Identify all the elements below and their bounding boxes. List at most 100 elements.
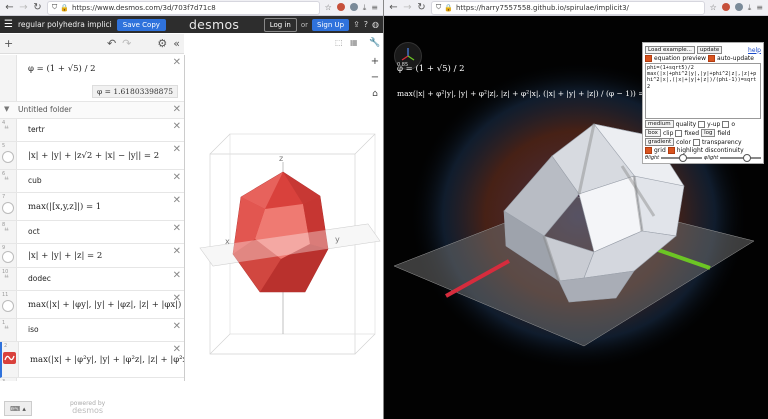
expression-row[interactable]: 5 |x| + |y| + |z√2 + |x| − |y|| = 2 ✕ (0, 142, 184, 170)
expression-math[interactable]: φ = (1 + √5) / 2 (28, 64, 96, 74)
visibility-toggle-icon[interactable] (2, 202, 14, 214)
globe-icon[interactable]: ◍ (372, 20, 379, 29)
expression-math[interactable]: max(|[x,y,z]|) = 1 (28, 202, 101, 212)
left-url-bar[interactable]: ⛉ 🔒 https://www.desmos.com/3d/703f7d71c8 (47, 0, 320, 15)
red-graph-style-icon[interactable] (3, 352, 16, 364)
field-select[interactable]: log (701, 129, 716, 137)
note-text[interactable]: iso (28, 325, 39, 334)
auto-update-checkbox[interactable] (708, 55, 716, 62)
transparency-checkbox[interactable] (692, 138, 700, 146)
visibility-toggle-icon[interactable] (2, 251, 14, 263)
slider-knob[interactable] (742, 154, 751, 162)
extension-icon[interactable] (336, 2, 345, 11)
expression-math[interactable]: |x| + |y| + |z| = 2 (28, 251, 102, 261)
bookmark-star-icon[interactable]: ☆ (325, 3, 332, 13)
extension-icon[interactable] (721, 2, 730, 11)
delete-expression-icon[interactable]: ✕ (173, 144, 181, 155)
clip-select[interactable]: box (645, 129, 661, 137)
equation-preview-checkbox[interactable] (645, 55, 652, 62)
delete-expression-icon[interactable]: ✕ (173, 172, 181, 183)
note-text[interactable]: tertr (28, 125, 45, 134)
visibility-toggle-icon[interactable] (2, 300, 14, 312)
note-row[interactable]: 8 ❝ oct ✕ (0, 221, 184, 244)
visibility-toggle-icon[interactable] (2, 151, 14, 163)
folder-row[interactable]: ▼ Untitled folder ✕ (0, 102, 184, 119)
note-row[interactable]: 4 ❝ tertr ✕ (0, 119, 184, 142)
redo-icon[interactable]: ↷ (122, 37, 131, 50)
note-text[interactable]: dodec (28, 274, 51, 283)
highlight-discontinuity-checkbox[interactable] (667, 147, 675, 154)
expression-math[interactable]: max(|x| + |φy|, |y| + |φz|, |z| + |φx|) (28, 300, 181, 310)
clip-label: clip (662, 129, 674, 137)
folder-chevron-icon[interactable]: ▼ (4, 105, 9, 113)
quality-select[interactable]: medium (645, 120, 674, 128)
settings-gear-icon[interactable]: ⚙ (157, 37, 167, 50)
expression-row-active[interactable]: 2 max(|x| + |φ²y|, |y| + |φ²z|, |z| + |φ… (0, 342, 184, 378)
note-text[interactable]: oct (28, 227, 40, 236)
hamburger-menu-icon[interactable]: ☰ (4, 19, 13, 30)
right-url-bar[interactable]: ⛉ 🔒 https://harry7557558.github.io/spiru… (431, 0, 705, 15)
bookmark-star-icon[interactable]: ☆ (710, 3, 717, 13)
note-row[interactable]: 10 ❝ dodec ✕ (0, 268, 184, 291)
download-icon[interactable]: ⤓ (363, 3, 367, 13)
expression-row[interactable]: 7 max(|[x,y,z]|) = 1 ✕ (0, 193, 184, 221)
help-icon[interactable]: ? (364, 20, 368, 29)
delete-expression-icon[interactable]: ✕ (173, 321, 181, 332)
delete-expression-icon[interactable]: ✕ (173, 246, 181, 257)
expression-math[interactable]: max(|x| + |φ²y|, |y| + |φ²z|, |z| + |φ²x (30, 355, 184, 365)
o-checkbox[interactable] (722, 120, 730, 128)
menu-icon[interactable]: ≡ (756, 3, 763, 13)
note-text[interactable]: cub (28, 176, 42, 185)
slider-knob[interactable] (679, 154, 688, 162)
keyboard-toggle-button[interactable]: ⌨ ▴ (4, 401, 32, 416)
extension-icon-2[interactable] (734, 2, 743, 11)
extension-icon-2[interactable] (349, 2, 358, 11)
delete-folder-icon[interactable]: ✕ (173, 104, 181, 115)
forward-icon[interactable]: → (403, 2, 412, 13)
back-icon[interactable]: ← (389, 2, 398, 13)
save-copy-button[interactable]: Save Copy (116, 18, 166, 31)
undo-icon[interactable]: ↶ (107, 37, 116, 50)
expression-list: φ = (1 + √5) / 2 ✕ φ = 1.61803398875 ▼ U… (0, 55, 185, 381)
y-up-checkbox[interactable] (698, 120, 706, 128)
download-icon[interactable]: ⤓ (748, 3, 752, 13)
signup-button[interactable]: Sign Up (312, 18, 350, 31)
help-link[interactable]: help (748, 47, 761, 54)
back-icon[interactable]: ← (5, 2, 14, 13)
grid-checkbox[interactable] (645, 147, 652, 154)
expression-row[interactable]: φ = (1 + √5) / 2 ✕ φ = 1.61803398875 (0, 55, 184, 102)
menu-icon[interactable]: ≡ (371, 3, 378, 13)
collapse-list-icon[interactable]: « (173, 37, 180, 50)
render-canvas[interactable]: 0.85 φ = (1 + √5) / 2 max(|x| + φ²|y|, |… (384, 16, 768, 419)
update-button[interactable]: update (696, 46, 723, 54)
delete-expression-icon[interactable]: ✕ (173, 121, 181, 132)
fixed-checkbox[interactable] (675, 129, 683, 137)
equation-textarea[interactable]: phi=(1+sqrt5)/2 max(|x|+phi^2|y|,|y|+phi… (645, 63, 761, 119)
graph-title[interactable]: regular polyhedra implici (18, 20, 112, 29)
delete-expression-icon[interactable]: ✕ (173, 344, 181, 355)
desmos-3d-graph-canvas[interactable]: ⬚ ▦ 🔧 + − ⌂ z x y (185, 34, 383, 419)
light-phi-slider[interactable] (720, 154, 761, 162)
add-expression-icon[interactable]: + (4, 37, 13, 50)
note-row[interactable]: 1 ❝ iso ✕ (0, 319, 184, 342)
empty-expression-row[interactable]: 3 (0, 378, 184, 381)
share-icon[interactable]: ⇪ (353, 20, 360, 29)
reload-icon[interactable]: ↻ (33, 2, 42, 13)
expression-row[interactable]: 11 max(|x| + |φy|, |y| + |φz|, |z| + |φx… (0, 291, 184, 319)
color-select[interactable]: gradient (645, 138, 675, 146)
reload-icon[interactable]: ↻ (417, 2, 426, 13)
expression-math[interactable]: |x| + |y| + |z√2 + |x| − |y|| = 2 (28, 151, 159, 161)
expression-row[interactable]: 9 |x| + |y| + |z| = 2 ✕ (0, 244, 184, 268)
delete-expression-icon[interactable]: ✕ (173, 270, 181, 281)
row-number: 2 (4, 343, 8, 349)
login-button[interactable]: Log in (263, 17, 297, 32)
light-theta-slider[interactable] (661, 154, 702, 162)
delete-expression-icon[interactable]: ✕ (173, 223, 181, 234)
delete-expression-icon[interactable]: ✕ (173, 293, 181, 304)
delete-expression-icon[interactable]: ✕ (173, 57, 181, 68)
folder-title[interactable]: Untitled folder (18, 105, 72, 114)
delete-expression-icon[interactable]: ✕ (173, 195, 181, 206)
forward-icon[interactable]: → (19, 2, 28, 13)
load-example-select[interactable]: Load example... (645, 46, 695, 54)
note-row[interactable]: 6 ❝ cub ✕ (0, 170, 184, 193)
